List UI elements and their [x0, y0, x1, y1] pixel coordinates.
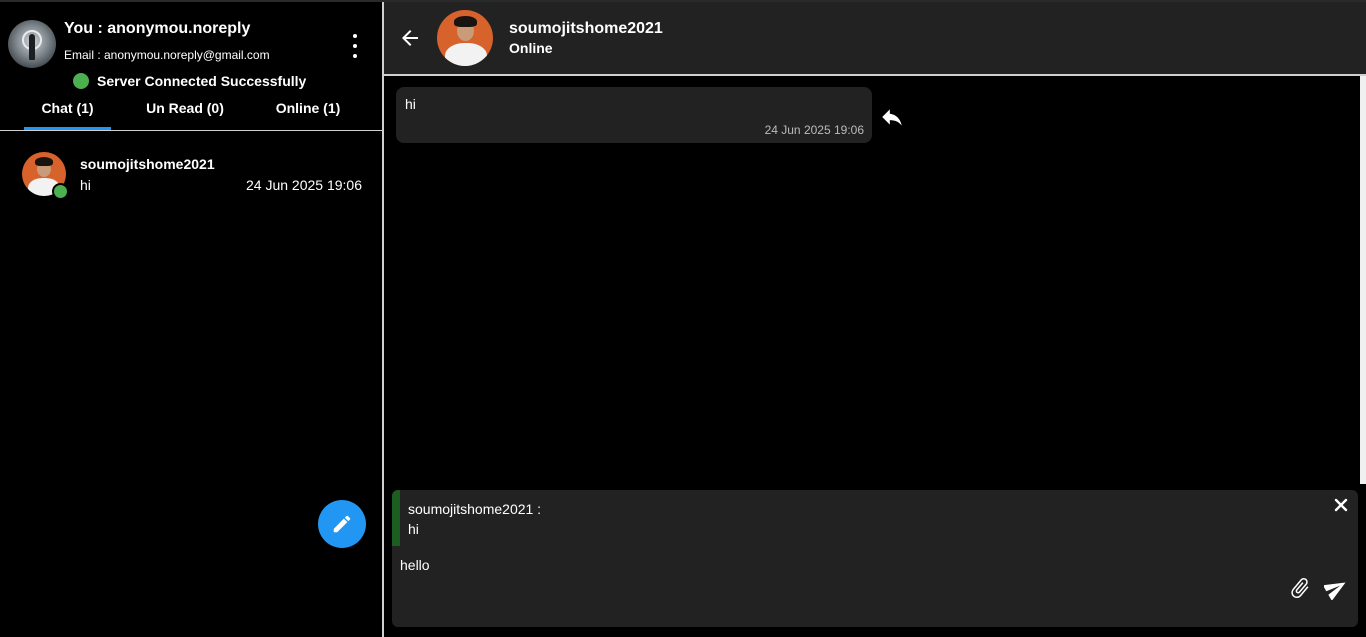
contact-status: Online	[509, 40, 553, 56]
send-icon[interactable]	[1324, 576, 1348, 600]
server-status-text: Server Connected Successfully	[97, 73, 307, 89]
quote-text: hi	[408, 521, 419, 537]
profile-name: You : anonymou.noreply	[64, 20, 251, 37]
tab-unread[interactable]: Un Read (0)	[130, 98, 240, 130]
reply-icon[interactable]	[878, 104, 906, 130]
status-dot-icon	[73, 73, 89, 89]
profile-email: Email : anonymou.noreply@gmail.com	[64, 48, 270, 62]
conversation-pane: soumojitshome2021 Online hi 24 Jun 2025 …	[384, 2, 1366, 637]
new-chat-button[interactable]	[318, 500, 366, 548]
scrollbar[interactable]	[1360, 76, 1366, 484]
divider	[384, 74, 1366, 76]
chat-item-time: 24 Jun 2025 19:06	[246, 177, 362, 193]
chat-list-item[interactable]: soumojitshome2021 hi 24 Jun 2025 19:06	[0, 142, 382, 206]
tab-chat[interactable]: Chat (1)	[24, 98, 111, 130]
more-vertical-icon[interactable]	[346, 34, 364, 58]
pencil-icon	[333, 515, 351, 533]
message-bubble[interactable]: hi 24 Jun 2025 19:06	[396, 87, 872, 143]
conversation-header: soumojitshome2021 Online	[384, 2, 1366, 74]
message-composer: soumojitshome2021 : hi	[392, 490, 1358, 627]
contact-name: soumojitshome2021	[509, 20, 663, 37]
online-indicator-icon	[52, 183, 69, 200]
tab-bar: Chat (1) Un Read (0) Online (1)	[0, 98, 382, 130]
message-time: 24 Jun 2025 19:06	[764, 123, 864, 137]
message-input[interactable]	[400, 552, 1280, 578]
message-text: hi	[405, 96, 416, 112]
chat-item-name: soumojitshome2021	[80, 156, 215, 172]
quote-bar	[392, 490, 400, 546]
close-icon[interactable]	[1334, 498, 1348, 512]
paperclip-icon[interactable]	[1288, 576, 1312, 600]
user-avatar[interactable]	[8, 20, 56, 68]
contact-avatar[interactable]	[437, 10, 493, 66]
chat-item-last-message: hi	[80, 177, 91, 193]
sidebar: You : anonymou.noreply Email : anonymou.…	[0, 2, 382, 637]
reply-preview: soumojitshome2021 : hi	[392, 490, 1358, 546]
divider	[0, 130, 382, 131]
chat-app: You : anonymou.noreply Email : anonymou.…	[0, 0, 1366, 637]
chat-list: soumojitshome2021 hi 24 Jun 2025 19:06	[0, 142, 382, 206]
server-status: Server Connected Successfully	[73, 72, 306, 90]
tab-online[interactable]: Online (1)	[262, 98, 354, 130]
arrow-left-icon[interactable]	[398, 26, 422, 50]
quote-author: soumojitshome2021 :	[408, 501, 542, 517]
